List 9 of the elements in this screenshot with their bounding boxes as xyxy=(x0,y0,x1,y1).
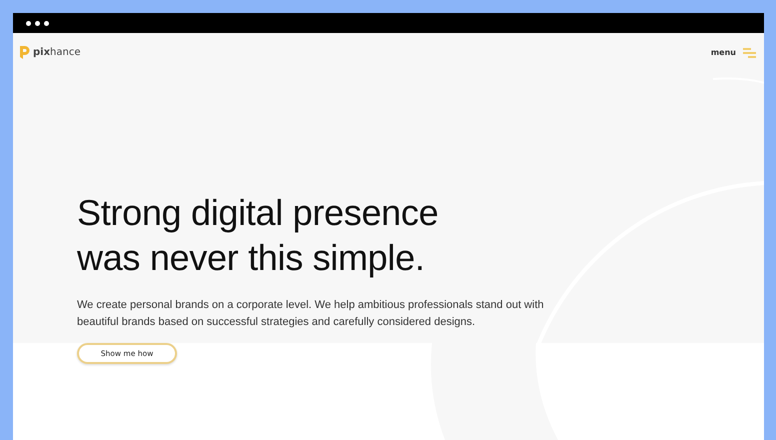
window-dot-icon xyxy=(44,20,49,26)
menu-button[interactable]: menu xyxy=(710,48,756,58)
logo-icon xyxy=(19,45,30,60)
logo-text[interactable]: pixhance xyxy=(33,47,81,58)
hero-description: We create personal brands on a corporate level. We help ambitious professionals stand out with beautiful brands based on successful strategies and carefully considered designs. xyxy=(77,298,545,330)
window-dot-icon xyxy=(35,20,40,26)
window-dot-icon xyxy=(26,20,31,26)
menu-icon xyxy=(743,48,756,58)
hero-heading: Strong digital presence was never this simple. xyxy=(77,191,440,280)
